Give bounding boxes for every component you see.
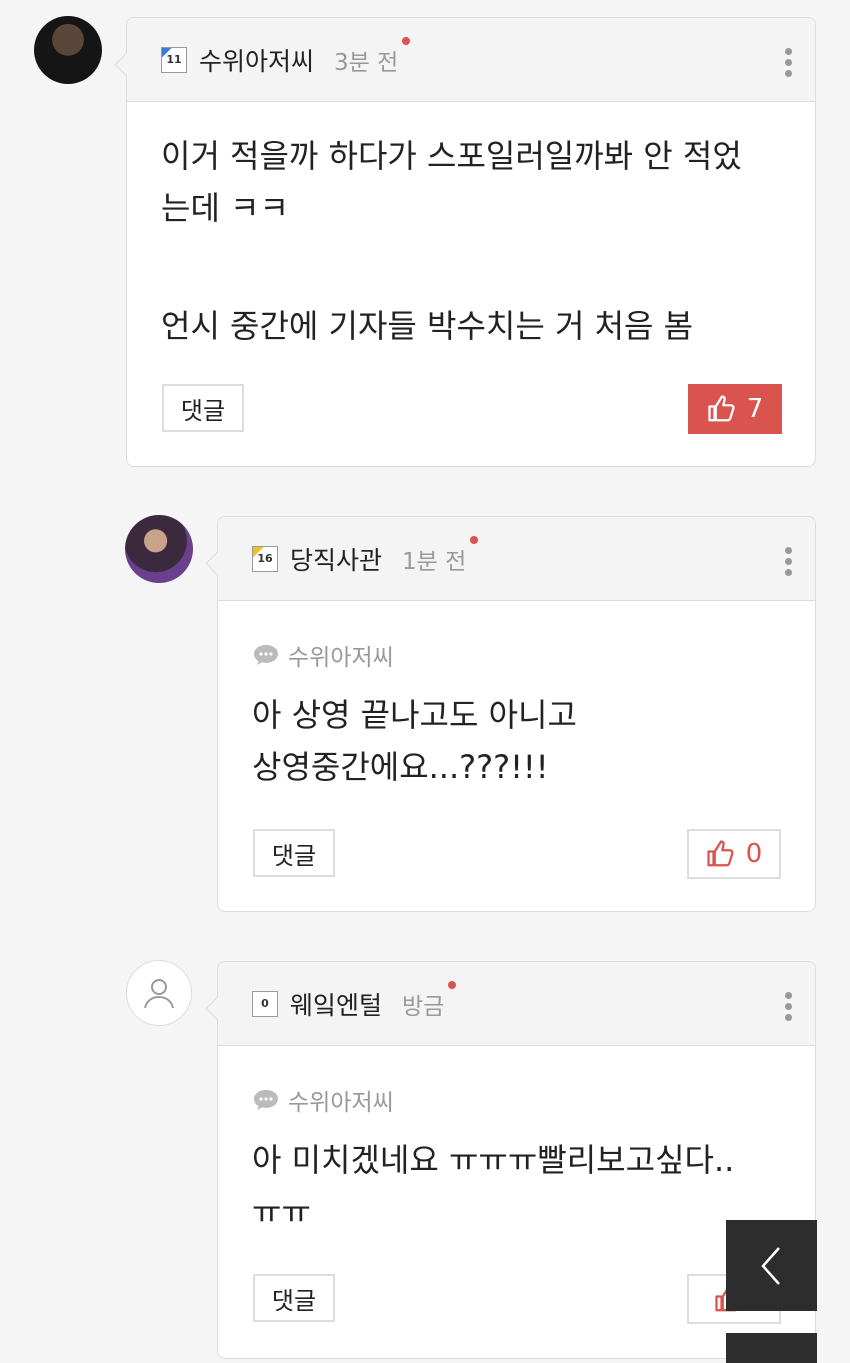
thumbs-up-icon xyxy=(707,840,734,867)
speech-bubble-icon xyxy=(254,1090,278,1110)
comment-card: 16 당직사관 1분 전 수위아저씨 아 상영 끝나고도 아니고 상영중간에요.… xyxy=(217,516,816,912)
level-badge: 16 xyxy=(252,545,278,572)
kebab-icon[interactable] xyxy=(785,547,793,576)
avatar[interactable] xyxy=(125,515,193,583)
scroll-button[interactable] xyxy=(726,1333,817,1363)
back-button[interactable] xyxy=(726,1220,817,1311)
speech-bubble-icon xyxy=(254,645,278,665)
kebab-icon[interactable] xyxy=(785,48,793,77)
new-dot-icon xyxy=(402,36,411,45)
kebab-icon[interactable] xyxy=(785,992,793,1021)
avatar[interactable] xyxy=(34,16,102,84)
level-badge: 0 xyxy=(252,990,278,1017)
comment-time: 1분 전 xyxy=(402,535,479,576)
level-badge: 11 xyxy=(161,46,187,73)
like-button[interactable]: 0 xyxy=(687,829,781,879)
reply-button[interactable]: 댓글 xyxy=(253,1274,335,1322)
reply-button[interactable]: 댓글 xyxy=(253,829,335,877)
comment-author[interactable]: 수위아저씨 xyxy=(199,42,314,78)
comment-author[interactable]: 웨잌엔털 xyxy=(290,986,382,1022)
reply-reference[interactable]: 수위아저씨 xyxy=(252,1083,394,1117)
comment-body: 아 미치겠네요 ㅠㅠㅠ빨리보고싶다.. ㅠㅠ xyxy=(252,1141,735,1231)
comment-header: 16 당직사관 1분 전 xyxy=(218,517,815,601)
like-count: 0 xyxy=(745,839,763,869)
comment-header: 11 수위아저씨 3분 전 xyxy=(127,18,815,102)
comment-card: 11 수위아저씨 3분 전 이거 적을까 하다가 스포일러일까봐 안 적었 는데… xyxy=(126,17,816,467)
chevron-left-icon xyxy=(760,1246,780,1285)
comment-body: 아 상영 끝나고도 아니고 상영중간에요...???!!! xyxy=(252,696,577,786)
like-button[interactable]: 7 xyxy=(688,384,782,434)
comment-body: 이거 적을까 하다가 스포일러일까봐 안 적었 는데 ㅋㅋ 언시 중간에 기자들… xyxy=(161,137,742,345)
avatar[interactable] xyxy=(126,960,192,1026)
new-dot-icon xyxy=(448,980,457,989)
new-dot-icon xyxy=(470,535,479,544)
thumbs-up-icon xyxy=(708,395,735,422)
reply-button[interactable]: 댓글 xyxy=(162,384,244,432)
user-icon xyxy=(144,979,174,1009)
comment-author[interactable]: 당직사관 xyxy=(290,541,382,577)
like-count: 7 xyxy=(746,394,764,424)
comment-time: 3분 전 xyxy=(334,36,411,77)
comment-header: 0 웨잌엔털 방금 xyxy=(218,962,815,1046)
reply-reference[interactable]: 수위아저씨 xyxy=(252,638,394,672)
comment-time: 방금 xyxy=(402,980,457,1021)
